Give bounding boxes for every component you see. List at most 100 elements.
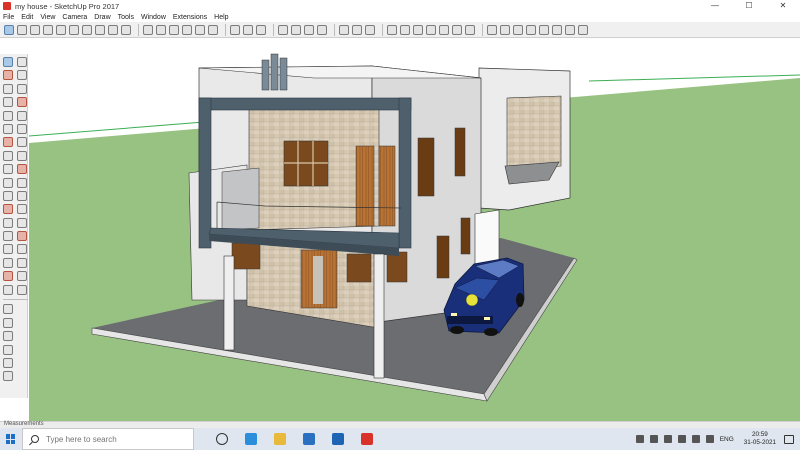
warehouse-icon[interactable] <box>487 24 497 35</box>
home-view-icon[interactable] <box>3 331 13 342</box>
profile-icon[interactable] <box>317 24 327 35</box>
section-plane-tool-icon[interactable] <box>17 284 27 295</box>
push-pull-tool-icon[interactable] <box>17 150 27 161</box>
building-icon[interactable] <box>3 344 13 355</box>
search-input[interactable] <box>46 434 186 444</box>
fog-icon[interactable] <box>291 24 301 35</box>
photo-texture-icon[interactable] <box>552 24 562 35</box>
zoom-tool-icon[interactable] <box>3 244 13 255</box>
two-point-arc-icon[interactable] <box>17 123 27 134</box>
clock[interactable]: 20:59 31-05-2021 <box>744 431 776 447</box>
arc-tool-icon[interactable] <box>3 123 13 134</box>
battery-icon[interactable] <box>677 435 686 443</box>
menu-tools[interactable]: Tools <box>118 14 134 21</box>
view-iso-icon[interactable] <box>56 24 66 35</box>
component-icon[interactable] <box>17 24 27 35</box>
edge-icon[interactable] <box>245 433 257 445</box>
section-cut-icon[interactable] <box>256 24 266 35</box>
chevron-up-icon[interactable] <box>663 435 672 443</box>
smoove-icon[interactable] <box>413 24 423 35</box>
dimension-tool-icon[interactable] <box>17 190 27 201</box>
tape-measure-tool-icon[interactable] <box>3 190 13 201</box>
edge-style-icon[interactable] <box>304 24 314 35</box>
menu-edit[interactable]: Edit <box>21 14 33 21</box>
eraser-icon[interactable] <box>43 24 53 35</box>
share-model-icon[interactable] <box>500 24 510 35</box>
pie-tool-icon[interactable] <box>17 137 27 148</box>
viewport-scene[interactable] <box>29 38 800 421</box>
scenes-icon[interactable] <box>365 24 375 35</box>
pan-tool-icon[interactable] <box>17 231 27 242</box>
shadows-icon[interactable] <box>278 24 288 35</box>
close-button[interactable]: ✕ <box>766 0 800 12</box>
menu-camera[interactable]: Camera <box>62 14 87 21</box>
protractor-tool-icon[interactable] <box>3 204 13 215</box>
menu-extensions[interactable]: Extensions <box>173 14 207 21</box>
model-viewport[interactable] <box>29 38 800 421</box>
house-icon[interactable] <box>3 357 13 368</box>
volume-icon[interactable] <box>705 435 714 443</box>
measurements-bar[interactable]: Measurements <box>0 421 800 428</box>
rotate-tool-icon[interactable] <box>3 164 13 175</box>
dynamic-components-icon[interactable] <box>565 24 575 35</box>
3d-text-tool-icon[interactable] <box>17 217 27 228</box>
axes-tool-icon[interactable] <box>3 217 13 228</box>
share-model-tool-icon[interactable] <box>3 317 13 328</box>
add-detail-icon[interactable] <box>452 24 462 35</box>
circle-tool-icon[interactable] <box>3 110 13 121</box>
mail-icon[interactable] <box>303 433 315 445</box>
hidden-line-icon[interactable] <box>169 24 179 35</box>
zoom-extents-icon[interactable] <box>3 257 13 268</box>
file-explorer-icon[interactable] <box>274 433 286 445</box>
menu-view[interactable]: View <box>40 14 55 21</box>
view-left-icon[interactable] <box>121 24 131 35</box>
walk-tool-icon[interactable] <box>17 271 27 282</box>
tray-app-icon[interactable] <box>649 435 658 443</box>
move-tool-icon[interactable] <box>3 150 13 161</box>
position-camera-icon[interactable] <box>3 271 13 282</box>
sandbox-from-contours-icon[interactable] <box>387 24 397 35</box>
view-top-icon[interactable] <box>69 24 79 35</box>
sketchup-app-icon[interactable] <box>361 433 373 445</box>
xray-icon[interactable] <box>143 24 153 35</box>
drape-icon[interactable] <box>439 24 449 35</box>
rotated-rectangle-icon[interactable] <box>17 97 27 108</box>
select-icon[interactable] <box>4 24 14 35</box>
notification-icon[interactable] <box>784 434 794 444</box>
orbit-tool-icon[interactable] <box>3 231 13 242</box>
tray-app-icon[interactable] <box>635 435 644 443</box>
view-right-icon[interactable] <box>95 24 105 35</box>
scale-tool-icon[interactable] <box>3 177 13 188</box>
section-plane-icon[interactable] <box>230 24 240 35</box>
network-icon[interactable] <box>691 435 700 443</box>
menu-help[interactable]: Help <box>214 14 228 21</box>
rectangle-tool-icon[interactable] <box>3 97 13 108</box>
follow-me-tool-icon[interactable] <box>17 164 27 175</box>
freehand-tool-icon[interactable] <box>17 83 27 94</box>
outliner-icon[interactable] <box>352 24 362 35</box>
monochrome-icon[interactable] <box>208 24 218 35</box>
sandbox-from-scratch-icon[interactable] <box>400 24 410 35</box>
eraser-tool-icon[interactable] <box>17 70 27 81</box>
layers-icon[interactable] <box>339 24 349 35</box>
language-indicator[interactable]: ENG <box>720 436 734 443</box>
zoom-window-icon[interactable] <box>17 244 27 255</box>
three-point-arc-icon[interactable] <box>3 137 13 148</box>
warehouse-tool-icon[interactable] <box>3 304 13 315</box>
menu-draw[interactable]: Draw <box>94 14 110 21</box>
share-component-icon[interactable] <box>513 24 523 35</box>
menu-file[interactable]: File <box>3 14 14 21</box>
minimize-button[interactable]: — <box>698 0 732 12</box>
paint-bucket-icon[interactable] <box>30 24 40 35</box>
textured-icon[interactable] <box>195 24 205 35</box>
print-icon[interactable] <box>3 371 13 382</box>
task-view-icon[interactable] <box>216 433 228 445</box>
start-button[interactable] <box>0 428 22 450</box>
offset-tool-icon[interactable] <box>17 177 27 188</box>
microsoft-store-icon[interactable] <box>332 433 344 445</box>
make-component-icon[interactable] <box>17 57 27 67</box>
extension-warehouse-icon[interactable] <box>526 24 536 35</box>
stamp-icon[interactable] <box>426 24 436 35</box>
polygon-tool-icon[interactable] <box>17 110 27 121</box>
view-front-icon[interactable] <box>82 24 92 35</box>
